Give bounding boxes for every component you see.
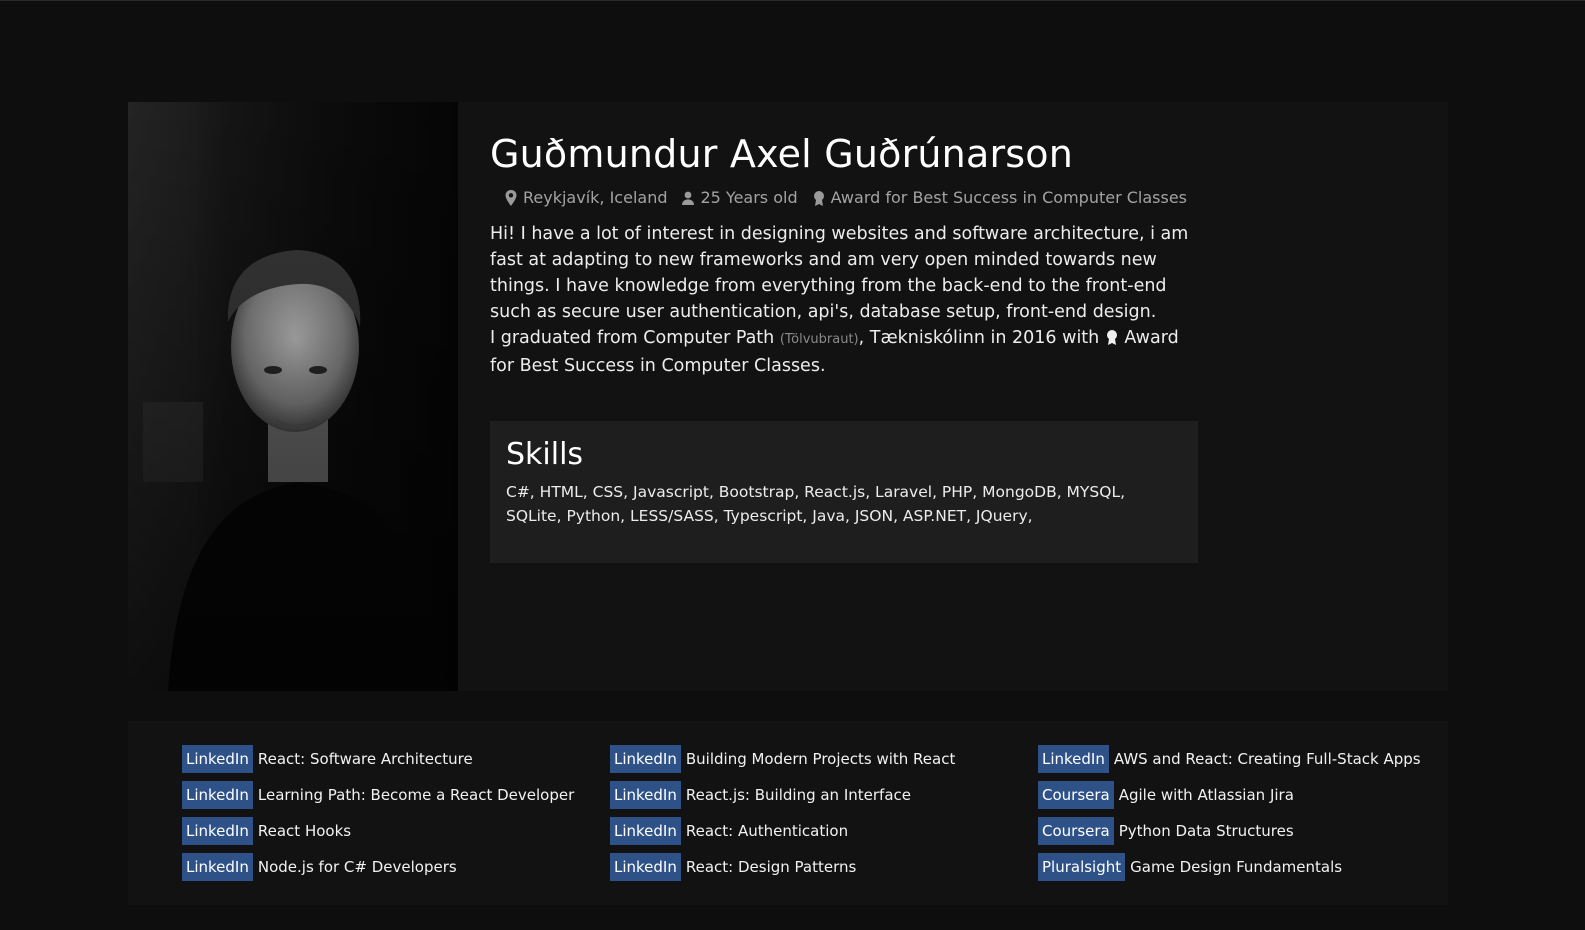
course-item[interactable]: LinkedIn React: Authentication xyxy=(610,817,955,845)
course-item[interactable]: LinkedIn React Hooks xyxy=(182,817,574,845)
course-item[interactable]: LinkedIn Node.js for C# Developers xyxy=(182,853,574,881)
courses-column-3: LinkedIn AWS and React: Creating Full-Sta… xyxy=(1038,745,1421,889)
courses-column-1: LinkedIn React: Software Architecture Lin… xyxy=(182,745,574,889)
provider-badge: LinkedIn xyxy=(182,853,253,881)
bio-paragraph-1: Hi! I have a lot of interest in designin… xyxy=(490,224,1189,322)
course-title: React Hooks xyxy=(257,822,352,840)
course-item[interactable]: Pluralsight Game Design Fundamentals xyxy=(1038,853,1421,881)
age-item: 25 Years old xyxy=(681,188,798,207)
provider-badge: LinkedIn xyxy=(182,781,253,809)
course-item[interactable]: LinkedIn React.js: Building an Interface xyxy=(610,781,955,809)
course-item[interactable]: LinkedIn Learning Path: Become a React De… xyxy=(182,781,574,809)
bio-school-text: , Tækniskólinn in 2016 with xyxy=(858,328,1100,348)
provider-badge: Coursera xyxy=(1038,817,1114,845)
profile-meta: Reykjavík, Iceland 25 Years old Award fo… xyxy=(490,188,1210,207)
award-icon xyxy=(813,190,824,206)
portrait-image xyxy=(128,102,458,691)
provider-badge: Coursera xyxy=(1038,781,1114,809)
provider-badge: LinkedIn xyxy=(610,781,681,809)
skills-list: C#, HTML, CSS, Javascript, Bootstrap, Re… xyxy=(506,483,1126,525)
course-title: Python Data Structures xyxy=(1118,822,1294,840)
course-title: Agile with Atlassian Jira xyxy=(1118,786,1294,804)
profile-info: Guðmundur Axel Guðrúnarson Reykjavík, Ic… xyxy=(490,132,1210,379)
bio-graduated-text: I graduated from Computer Path xyxy=(490,328,775,348)
provider-badge: LinkedIn xyxy=(610,745,681,773)
provider-badge: LinkedIn xyxy=(1038,745,1109,773)
award-text: Award for Best Success in Computer Class… xyxy=(830,188,1188,207)
course-item[interactable]: LinkedIn Building Modern Projects with Re… xyxy=(610,745,955,773)
course-title: Game Design Fundamentals xyxy=(1130,858,1343,876)
award-item: Award for Best Success in Computer Class… xyxy=(812,188,1187,207)
provider-badge: LinkedIn xyxy=(610,853,681,881)
provider-badge: LinkedIn xyxy=(610,817,681,845)
course-item[interactable]: LinkedIn AWS and React: Creating Full-Sta… xyxy=(1038,745,1421,773)
course-title: React: Design Patterns xyxy=(685,858,857,876)
location-item: Reykjavík, Iceland xyxy=(504,188,667,207)
course-title: AWS and React: Creating Full-Stack Apps xyxy=(1113,750,1421,768)
profile-card: Guðmundur Axel Guðrúnarson Reykjavík, Ic… xyxy=(128,102,1448,691)
course-title: React: Software Architecture xyxy=(257,750,473,768)
provider-badge: Pluralsight xyxy=(1038,853,1126,881)
courses-column-2: LinkedIn Building Modern Projects with Re… xyxy=(610,745,955,889)
course-title: Building Modern Projects with React xyxy=(685,750,956,768)
course-title: Learning Path: Become a React Developer xyxy=(257,786,575,804)
course-title: React.js: Building an Interface xyxy=(685,786,911,804)
profile-name: Guðmundur Axel Guðrúnarson xyxy=(490,132,1074,176)
course-title: Node.js for C# Developers xyxy=(257,858,457,876)
course-item[interactable]: LinkedIn React: Software Architecture xyxy=(182,745,574,773)
course-item[interactable]: Coursera Python Data Structures xyxy=(1038,817,1421,845)
courses-panel: LinkedIn React: Software Architecture Lin… xyxy=(128,721,1448,905)
map-pin-icon xyxy=(505,189,517,206)
award-icon xyxy=(1106,330,1117,345)
location-text: Reykjavík, Iceland xyxy=(523,188,668,207)
provider-badge: LinkedIn xyxy=(182,745,253,773)
profile-bio: Hi! I have a lot of interest in designin… xyxy=(490,221,1198,379)
skills-panel: Skills C#, HTML, CSS, Javascript, Bootst… xyxy=(490,421,1198,563)
course-title: React: Authentication xyxy=(685,822,849,840)
profile-photo xyxy=(128,102,458,691)
bio-path-note: (Tölvubraut) xyxy=(779,332,859,347)
course-item[interactable]: LinkedIn React: Design Patterns xyxy=(610,853,955,881)
provider-badge: LinkedIn xyxy=(182,817,253,845)
age-text: 25 Years old xyxy=(700,188,798,207)
course-item[interactable]: Coursera Agile with Atlassian Jira xyxy=(1038,781,1421,809)
skills-title: Skills xyxy=(506,437,584,472)
person-icon xyxy=(682,191,695,205)
